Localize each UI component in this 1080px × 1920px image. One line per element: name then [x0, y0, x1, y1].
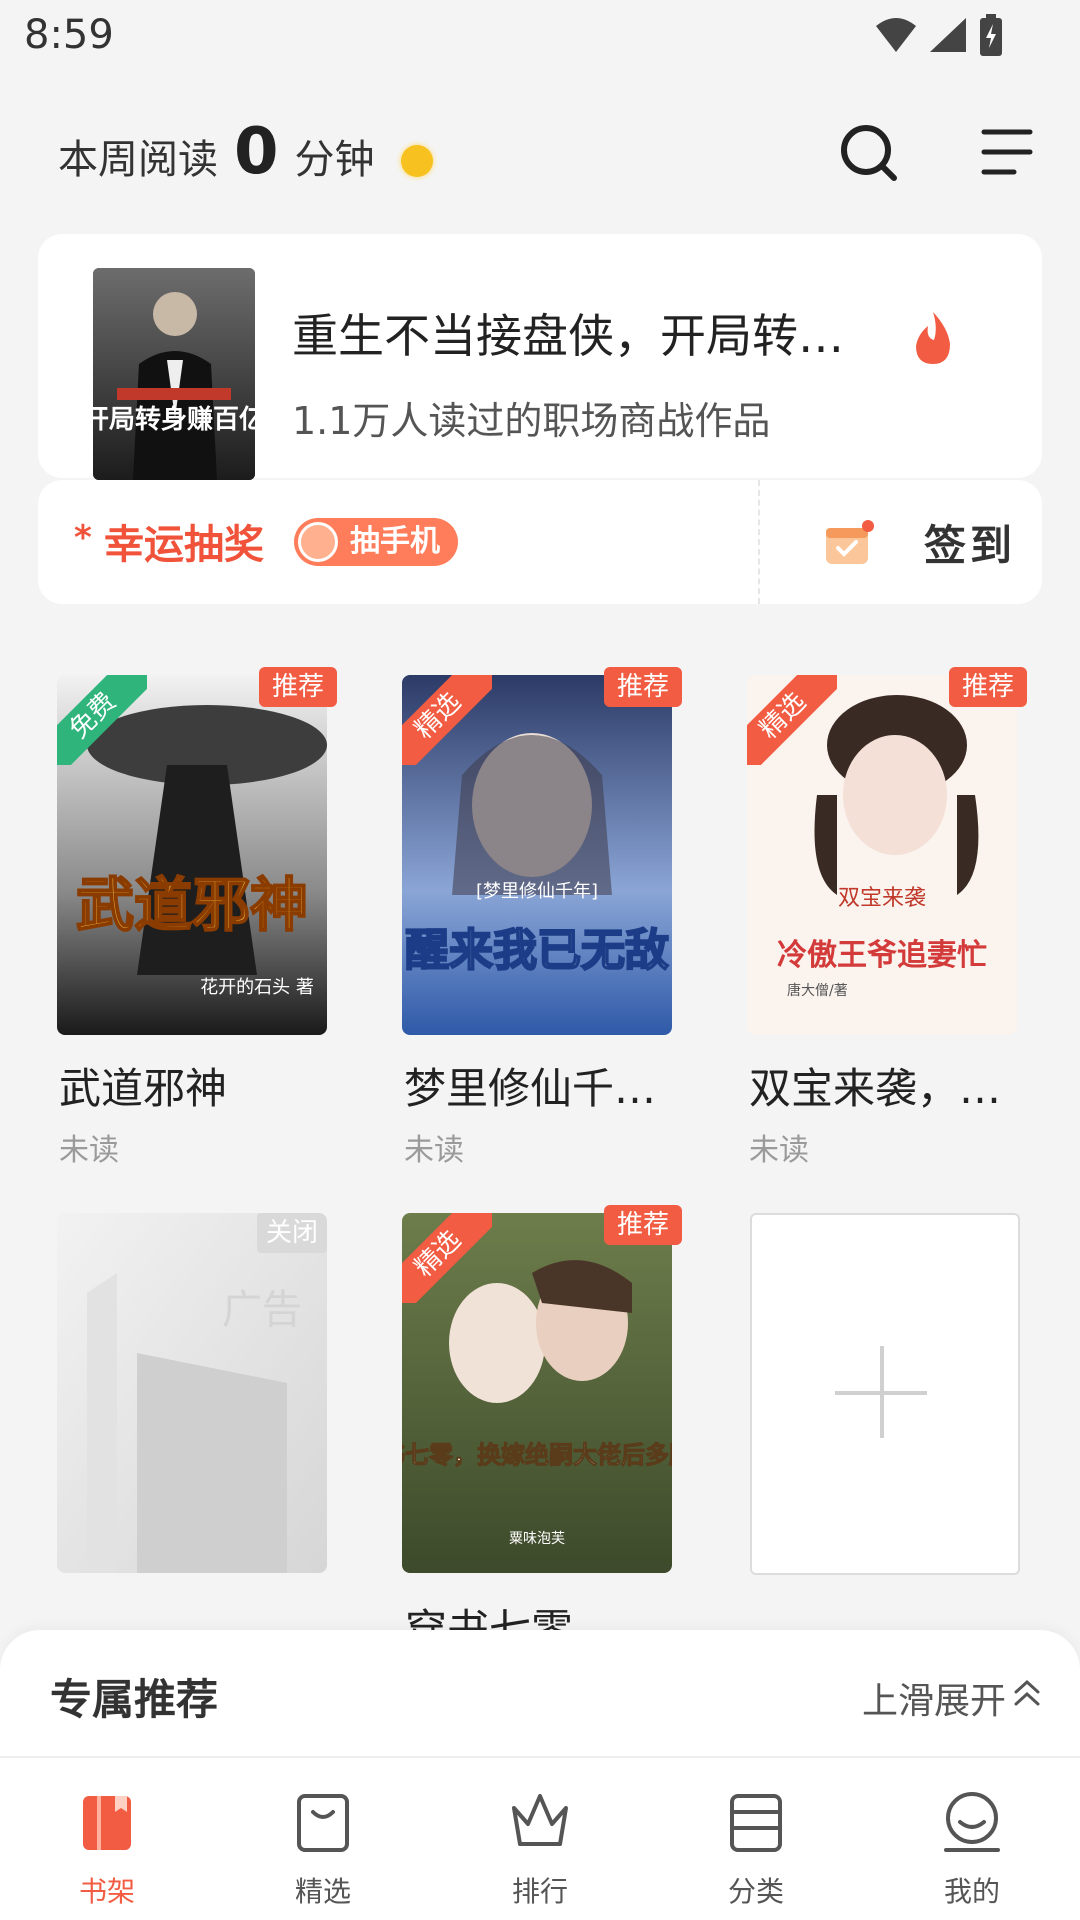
coin-icon	[400, 145, 433, 177]
book-title: 梦里修仙千…	[404, 1064, 657, 1113]
book-card[interactable]: 穿书七零，换嫁绝嗣大佬后多胎了 粟味泡芙 精选 推荐	[402, 1205, 682, 1573]
book-card[interactable]: [梦里修仙千年] 醒来我已无敌 精选 推荐 梦里修仙千… 未读	[402, 667, 682, 1168]
expand-hint[interactable]: 上滑展开	[862, 1672, 1006, 1724]
book-cover-author: 唐大僧/著	[787, 982, 848, 999]
reading-label: 本周阅读	[58, 137, 218, 183]
corner-picked-label: 精选	[402, 675, 492, 765]
status-time: 8:59	[24, 12, 114, 58]
corner-picked: 精选	[747, 675, 837, 765]
bag-icon	[297, 1794, 349, 1852]
promo-cover-title: 开局转身赚百亿	[93, 404, 255, 435]
signin-button[interactable]: 签到	[924, 512, 1016, 573]
status-bar: 8:59	[0, 0, 1080, 72]
book-cover[interactable]: 武道邪神 花开的石头 著 免费	[57, 675, 327, 1035]
recommend-tag: 推荐	[259, 667, 337, 707]
search-icon[interactable]	[838, 120, 902, 184]
flame-icon	[916, 312, 950, 364]
book-cover-author: 花开的石头 著	[200, 977, 314, 998]
book-cover-title: 穿书七零，换嫁绝嗣大佬后多胎了	[402, 1440, 672, 1469]
sheet-divider	[0, 1756, 1080, 1758]
book-cover-title: 武道邪神	[76, 871, 308, 939]
book-title: 双宝来袭，…	[749, 1064, 1002, 1113]
tab-profile[interactable]: 我的	[902, 1790, 1042, 1910]
actions-divider	[758, 480, 760, 604]
lucky-draw-label[interactable]: 幸运抽奖	[104, 512, 264, 570]
actions-card: * 幸运抽奖 抽手机 签到	[38, 480, 1042, 604]
corner-picked-label: 精选	[747, 675, 837, 765]
book-cover[interactable]: 双宝来袭 冷傲王爷追妻忙 唐大僧/著 精选	[747, 675, 1017, 1035]
chevron-up-icon[interactable]	[1010, 1676, 1044, 1710]
promo-card[interactable]: 开局转身赚百亿 重生不当接盘侠，开局转… 1.1万人读过的职场商战作品	[38, 234, 1042, 480]
tab-bookshelf[interactable]: 书架	[37, 1790, 177, 1910]
recommend-tag: 推荐	[949, 667, 1027, 707]
tab-ranking[interactable]: 排行	[470, 1790, 610, 1910]
ad-card[interactable]: 广告 关闭	[57, 1213, 327, 1573]
recommend-tag: 推荐	[604, 1205, 682, 1245]
book-cover-sub: [梦里修仙千年]	[476, 881, 598, 902]
calendar-icon[interactable]	[824, 520, 874, 566]
book-cover[interactable]: 穿书七零，换嫁绝嗣大佬后多胎了 粟味泡芙 精选	[402, 1213, 672, 1573]
book-card[interactable]: 双宝来袭 冷傲王爷追妻忙 唐大僧/著 精选 推荐 双宝来袭，… 未读	[747, 667, 1027, 1168]
corner-picked: 精选	[402, 675, 492, 765]
reading-unit: 分钟	[294, 137, 375, 183]
crown-icon	[512, 1794, 568, 1846]
promo-desc: 1.1万人读过的职场商战作品	[292, 399, 771, 443]
book-title: 武道邪神	[59, 1064, 228, 1113]
draw-phone-badge[interactable]: 抽手机	[294, 518, 458, 566]
corner-free: 免费	[57, 675, 147, 765]
weekly-reading[interactable]: 本周阅读 0 分钟	[58, 120, 433, 185]
lucky-star: *	[74, 518, 92, 558]
ad-cover[interactable]: 广告 关闭	[57, 1213, 327, 1573]
promo-cover[interactable]: 开局转身赚百亿	[93, 268, 255, 480]
header: 本周阅读 0 分钟	[0, 90, 1080, 200]
battery-icon	[980, 14, 1002, 56]
reading-minutes: 0	[234, 115, 279, 189]
book-cover-sub: 双宝来袭	[838, 886, 926, 911]
tab-label: 排行	[511, 1875, 568, 1908]
book-status: 未读	[59, 1133, 119, 1168]
add-book-button[interactable]	[750, 1213, 1020, 1575]
tab-label: 分类	[727, 1875, 784, 1908]
recommend-tag: 推荐	[604, 667, 682, 707]
book-status: 未读	[404, 1133, 464, 1168]
tab-label: 我的	[943, 1875, 1000, 1908]
wifi-icon	[876, 18, 916, 52]
book-card[interactable]: 武道邪神 花开的石头 著 免费 推荐 武道邪神 未读	[57, 667, 337, 1168]
profile-icon	[944, 1792, 1000, 1852]
signal-icon	[930, 18, 966, 52]
corner-picked-label: 精选	[402, 1213, 492, 1303]
corner-picked: 精选	[402, 1213, 492, 1303]
book-cover-title: 冷傲王爷追妻忙	[777, 938, 987, 973]
bookshelf-icon	[83, 1796, 131, 1850]
burst-icon	[298, 522, 338, 562]
book-cover[interactable]: [梦里修仙千年] 醒来我已无敌 精选	[402, 675, 672, 1035]
category-icon	[730, 1794, 782, 1852]
plus-icon-vertical	[880, 1346, 884, 1438]
menu-icon[interactable]	[974, 120, 1038, 184]
book-cover-title: 醒来我已无敌	[405, 925, 669, 976]
book-cover-author: 粟味泡芙	[509, 1530, 565, 1547]
tab-category[interactable]: 分类	[686, 1790, 826, 1910]
book-status: 未读	[749, 1133, 809, 1168]
tab-label: 精选	[294, 1875, 351, 1908]
corner-free-label: 免费	[57, 675, 147, 765]
tab-label: 书架	[78, 1875, 135, 1908]
ad-close-button[interactable]: 关闭	[257, 1213, 327, 1253]
draw-phone-label: 抽手机	[350, 524, 440, 559]
promo-title: 重生不当接盘侠，开局转…	[292, 309, 844, 363]
sheet-title: 专属推荐	[50, 1675, 219, 1724]
tab-featured[interactable]: 精选	[253, 1790, 393, 1910]
ad-watermark: 广告	[222, 1287, 302, 1333]
